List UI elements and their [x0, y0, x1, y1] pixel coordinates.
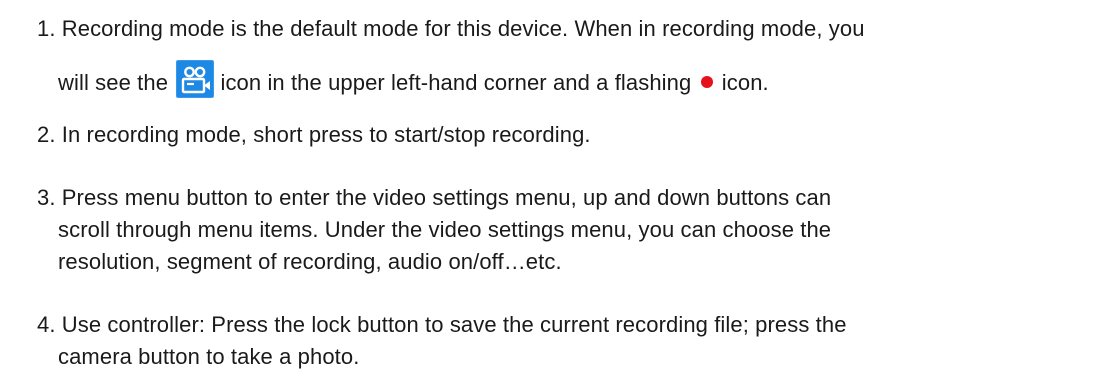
- item-3-line-2: scroll through menu items. Under the vid…: [58, 217, 832, 242]
- item-1-text-after: icon.: [721, 70, 769, 95]
- item-3-line-3: resolution, segment of recording, audio …: [58, 249, 562, 274]
- item-2-line-1: 2. In recording mode, short press to sta…: [37, 122, 591, 147]
- recording-mode-icon: [176, 60, 215, 98]
- item-3-line-1: 3. Press menu button to enter the video …: [37, 185, 832, 210]
- red-dot-icon: [700, 75, 714, 89]
- list-item-2: 2. In recording mode, short press to sta…: [37, 119, 1097, 151]
- item-1-text-before-icon: will see the: [58, 70, 169, 95]
- item-4-line-1: 4. Use controller: Press the lock button…: [37, 312, 847, 337]
- item-1-line-1: 1. Recording mode is the default mode fo…: [37, 16, 865, 41]
- list-item-1: 1. Recording mode is the default mode fo…: [37, 13, 1097, 113]
- list-item-3: 3. Press menu button to enter the video …: [37, 182, 1097, 278]
- item-4-line-2: camera button to take a photo.: [58, 344, 360, 369]
- list-item-4: 4. Use controller: Press the lock button…: [37, 309, 1097, 373]
- instructions-document: 1. Recording mode is the default mode fo…: [0, 0, 1112, 385]
- item-1-line-2: will see the icon in the upper left-hand…: [58, 60, 769, 99]
- item-1-text-middle: icon in the upper left-hand corner and a…: [220, 70, 692, 95]
